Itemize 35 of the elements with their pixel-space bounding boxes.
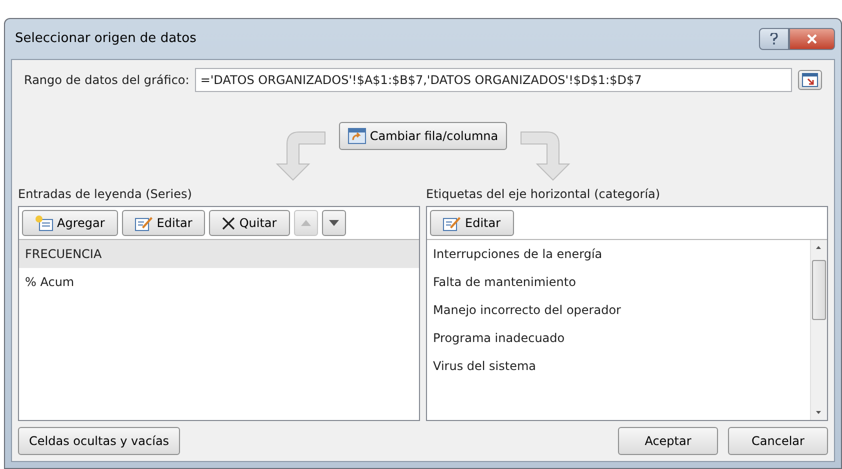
cancel-button[interactable]: Cancelar bbox=[728, 427, 828, 455]
move-down-button[interactable] bbox=[322, 210, 346, 236]
add-icon bbox=[35, 215, 53, 231]
list-item[interactable]: Virus del sistema bbox=[427, 352, 810, 380]
range-input-field[interactable]: ='DATOS ORGANIZADOS'!$A$1:$B$7,'DATOS ORGANIZADOS'!$D$1:$D$7 bbox=[195, 68, 792, 92]
edit-button[interactable]: Editar bbox=[122, 210, 206, 236]
list-item[interactable]: Manejo incorrecto del operador bbox=[427, 296, 810, 324]
remove-button[interactable]: Quitar bbox=[209, 210, 290, 236]
add-button[interactable]: Agregar bbox=[22, 210, 118, 236]
remove-icon bbox=[222, 216, 236, 230]
triangle-up-icon bbox=[300, 220, 311, 226]
edit-icon bbox=[443, 215, 461, 231]
edit-icon bbox=[134, 215, 153, 231]
swap-rows-columns-button[interactable]: Cambiar fila/columna bbox=[338, 122, 508, 150]
hidden-empty-cells-button[interactable]: Celdas ocultas y vacías bbox=[18, 427, 180, 455]
swap-icon bbox=[348, 128, 366, 144]
list-item[interactable]: Interrupciones de la energía bbox=[427, 240, 810, 268]
panel-title: Entradas de leyenda (Series) bbox=[18, 186, 193, 203]
range-select-icon bbox=[802, 73, 818, 87]
list-item[interactable]: FRECUENCIA bbox=[19, 240, 419, 268]
edit-button[interactable]: Editar bbox=[430, 210, 514, 236]
triangle-down-icon bbox=[328, 220, 339, 226]
collapse-dialog-button[interactable] bbox=[798, 70, 822, 90]
window-title: Seleccionar origen de datos bbox=[15, 30, 196, 48]
panel-title: Etiquetas del eje horizontal (categoría) bbox=[426, 186, 662, 203]
help-button[interactable] bbox=[759, 28, 789, 50]
help-icon bbox=[770, 33, 778, 45]
close-icon bbox=[807, 34, 817, 44]
list-item[interactable]: Programa inadecuado bbox=[427, 324, 810, 352]
scrollbar[interactable] bbox=[810, 240, 827, 420]
list-item[interactable]: Falta de mantenimiento bbox=[427, 268, 810, 296]
list-item[interactable]: % Acum bbox=[19, 268, 419, 296]
close-button[interactable] bbox=[789, 28, 835, 50]
range-label: Rango de datos del gráfico: bbox=[24, 72, 190, 89]
ok-button[interactable]: Aceptar bbox=[618, 427, 718, 455]
